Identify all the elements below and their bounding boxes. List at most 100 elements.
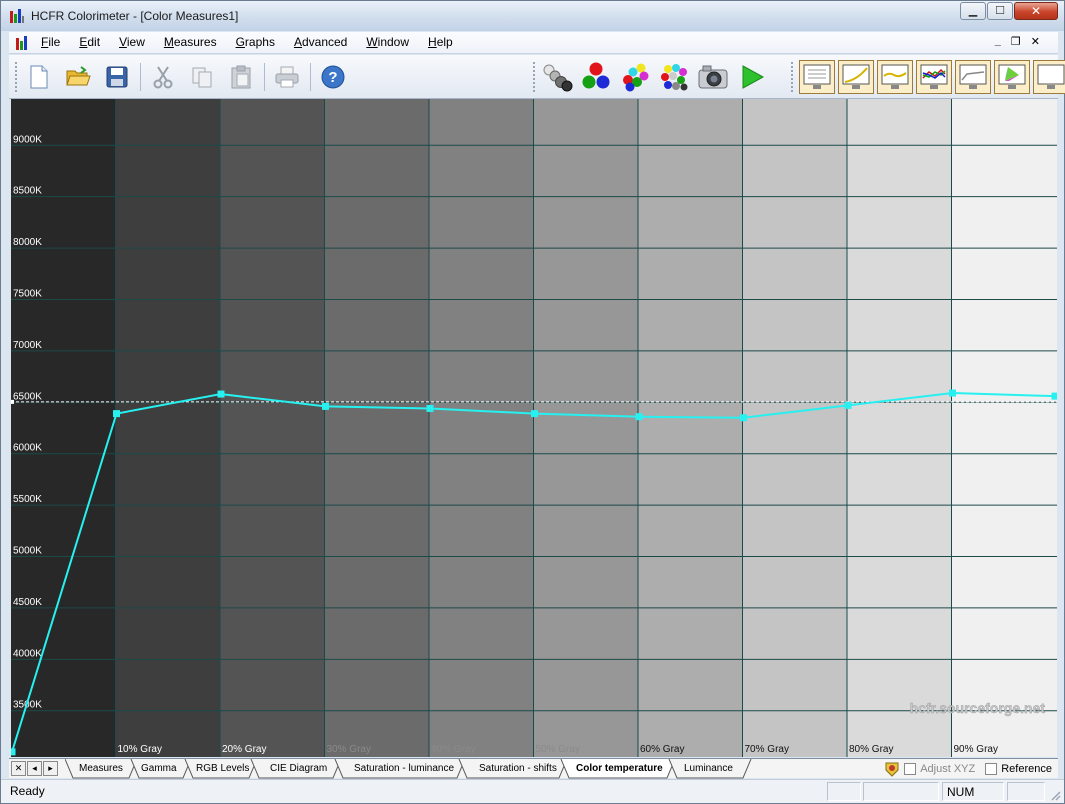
gray-step-band: [638, 99, 744, 757]
rgb-levels-view-icon: [920, 64, 948, 89]
measure-primaries-button[interactable]: [580, 61, 612, 93]
tab-saturation-luminance[interactable]: Saturation - luminance: [354, 759, 454, 779]
run-button[interactable]: [736, 61, 768, 93]
camera-button[interactable]: [697, 61, 729, 93]
gray-step-band: [533, 99, 639, 757]
toolbar: ?: [9, 55, 1065, 99]
x-category-label: 40% Gray: [431, 744, 475, 755]
tab-color-temperature[interactable]: Color temperature: [576, 759, 663, 779]
document-icon[interactable]: [15, 35, 31, 51]
measure-toolbar: [527, 58, 775, 96]
mdi-restore-button[interactable]: ❐: [1011, 35, 1021, 48]
adjust-xyz-checkbox[interactable]: [904, 763, 917, 775]
x-category-label: 30% Gray: [327, 744, 371, 755]
menu-advanced[interactable]: Advanced: [294, 35, 347, 49]
tab-close-button[interactable]: ✕: [11, 761, 26, 776]
color-temperature-graph[interactable]: 9000K 8500K 8000K 7500K 7000K 6500K 6000K 5500K…: [11, 99, 1057, 757]
menu-measures[interactable]: Measures: [164, 35, 217, 49]
tab-cie-diagram[interactable]: CIE Diagram: [270, 759, 327, 779]
measure-all-button[interactable]: [658, 61, 690, 93]
data-point: [11, 748, 16, 756]
toolbar-separator: [264, 63, 265, 91]
status-pane: [863, 782, 939, 801]
open-button[interactable]: [62, 61, 94, 93]
data-point: [426, 404, 434, 412]
luminance-view-button[interactable]: [877, 60, 913, 94]
close-icon: ✕: [1030, 4, 1042, 18]
toolbar-grip[interactable]: [533, 62, 536, 92]
measures-view-button[interactable]: [799, 60, 835, 94]
measure-gray-button[interactable]: [541, 61, 573, 93]
color-temperature-view-button[interactable]: [955, 60, 991, 94]
x-category-label: 90% Gray: [954, 744, 998, 755]
maximize-button[interactable]: ☐: [987, 2, 1013, 20]
svg-text:?: ?: [328, 69, 337, 86]
toolbar-grip[interactable]: [15, 62, 18, 92]
gray-step-band: [220, 99, 326, 757]
gray-step-band: [115, 99, 221, 757]
views-toolbar: [785, 58, 1065, 96]
gray-step-band: [847, 99, 953, 757]
menu-window[interactable]: Window: [366, 35, 409, 49]
menu-help[interactable]: Help: [428, 35, 453, 49]
standard-toolbar: ?: [9, 58, 356, 96]
camera-icon: [698, 65, 728, 89]
paste-button[interactable]: [225, 61, 257, 93]
help-icon: ?: [321, 65, 345, 89]
tab-measures[interactable]: Measures: [79, 759, 123, 779]
rgb-levels-view-button[interactable]: [916, 60, 952, 94]
multi-spheres-icon: [661, 64, 688, 91]
rgb-spheres-icon: [582, 62, 610, 89]
play-icon: [742, 65, 765, 89]
minimize-button[interactable]: ▁: [960, 2, 986, 20]
data-point: [217, 390, 225, 398]
mdi-minimize-button[interactable]: _: [995, 35, 1001, 48]
cut-button[interactable]: [147, 61, 179, 93]
y-tick-label: 8500K: [13, 186, 42, 197]
new-document-button[interactable]: [23, 61, 55, 93]
status-pane: [827, 782, 861, 801]
save-disk-icon: [106, 66, 128, 88]
help-button[interactable]: ?: [317, 61, 349, 93]
save-button[interactable]: [101, 61, 133, 93]
status-text: Ready: [10, 784, 45, 798]
menu-edit[interactable]: Edit: [79, 35, 100, 49]
adjust-xyz-icon[interactable]: [884, 761, 900, 777]
y-tick-label: 4500K: [13, 597, 42, 608]
tab-saturation-shifts[interactable]: Saturation - shifts: [479, 759, 557, 779]
y-tick-label: 4000K: [13, 648, 42, 659]
x-category-label: 80% Gray: [849, 744, 893, 755]
resize-grip-icon[interactable]: [1049, 789, 1061, 801]
color-temperature-view-icon: [959, 64, 987, 89]
tab-next-button[interactable]: ▸: [43, 761, 58, 776]
cie-diagram-view-button[interactable]: [994, 60, 1030, 94]
mdi-close-button[interactable]: ✕: [1031, 35, 1040, 48]
reference-checkbox[interactable]: [985, 763, 998, 775]
title-bar[interactable]: HCFR Colorimeter - [Color Measures1] ▁ ☐…: [1, 1, 1064, 31]
x-category-label: 50% Gray: [536, 744, 580, 755]
menu-view[interactable]: View: [119, 35, 145, 49]
toolbar-grip[interactable]: [791, 62, 794, 92]
tab-prev-button[interactable]: ◂: [27, 761, 42, 776]
print-icon: [275, 66, 299, 88]
gray-step-band: [951, 99, 1057, 757]
data-point: [531, 410, 538, 418]
copy-button[interactable]: [186, 61, 218, 93]
minimize-icon: ▁: [968, 5, 978, 17]
data-point: [740, 414, 747, 422]
menu-graphs[interactable]: Graphs: [236, 35, 275, 49]
gamma-view-button[interactable]: [838, 60, 874, 94]
tab-rgb-levels[interactable]: RGB Levels: [196, 759, 249, 779]
menu-file[interactable]: File: [41, 35, 60, 49]
close-button[interactable]: ✕: [1014, 2, 1058, 20]
adjust-xyz-label: Adjust XYZ: [920, 763, 976, 775]
print-button[interactable]: [271, 61, 303, 93]
measure-secondaries-button[interactable]: [619, 61, 651, 93]
tab-gamma[interactable]: Gamma: [141, 759, 177, 779]
more-view-button[interactable]: [1033, 60, 1065, 94]
data-point: [844, 401, 852, 409]
cie-diagram-view-icon: [998, 64, 1026, 89]
status-bar: Ready NUM: [1, 779, 1064, 803]
new-document-icon: [30, 65, 48, 89]
tab-luminance[interactable]: Luminance: [684, 759, 733, 779]
